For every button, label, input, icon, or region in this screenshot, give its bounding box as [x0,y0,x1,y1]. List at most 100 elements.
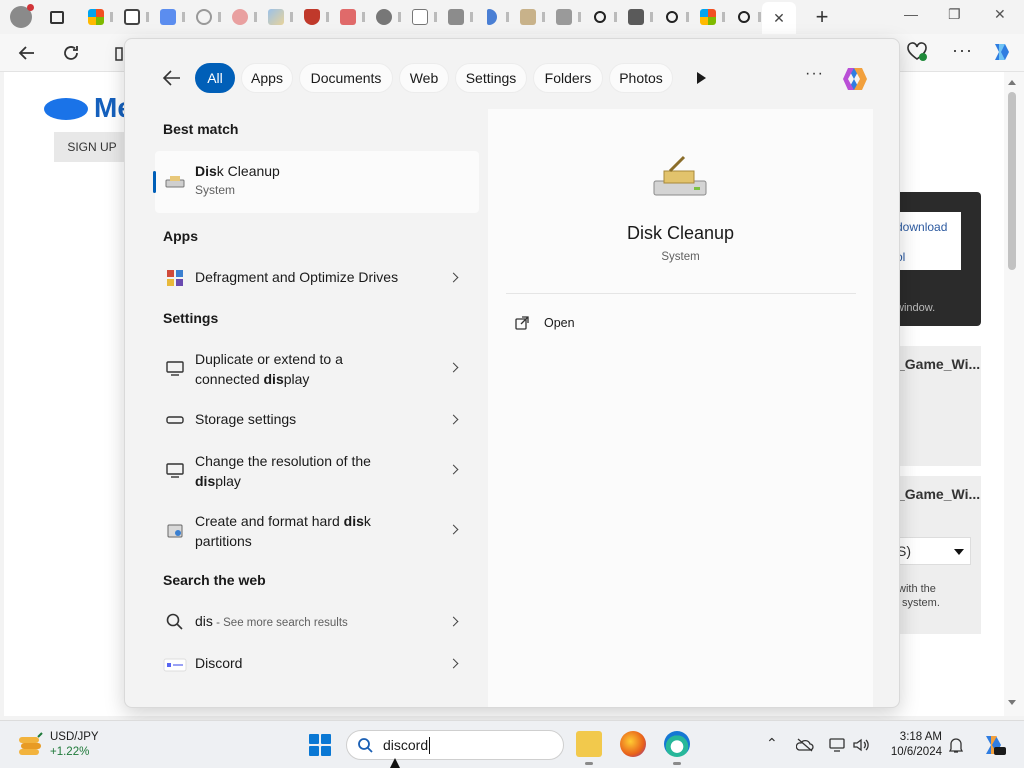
scroll-up-icon[interactable] [1008,80,1016,85]
browser-tab[interactable] [114,4,150,30]
browser-tab[interactable] [618,4,654,30]
browser-tab[interactable] [294,4,330,30]
browser-tab[interactable] [78,4,114,30]
settings-result[interactable]: Duplicate or extend to a connected displ… [155,345,479,391]
copilot-pre-icon[interactable] [980,732,1006,758]
chevron-right-icon [448,414,459,425]
document-icon [160,9,176,25]
close-window-icon[interactable]: ✕ [994,6,1006,23]
onedrive-off-icon[interactable] [796,737,814,753]
new-tab-button[interactable]: + [808,4,836,30]
filter-photos[interactable]: Photos [609,63,673,93]
best-match-result[interactable]: Disk Cleanup System [153,151,479,213]
open-action[interactable]: Open [514,313,714,335]
browser-tab[interactable] [654,4,690,30]
disc-icon [376,9,392,25]
web-search-result[interactable]: dis - See more search results [155,607,479,637]
game-title[interactable]: _Game_Wi... [897,486,980,502]
browser-tab[interactable] [330,4,366,30]
currency-widget[interactable]: USD/JPY +1.22% [50,730,99,760]
settings-result[interactable]: Change the resolution of the display [155,447,479,493]
filter-all[interactable]: All [195,63,235,93]
firefox-icon[interactable] [620,731,646,757]
copilot-logo-icon[interactable] [839,63,871,95]
filter-settings[interactable]: Settings [455,63,527,93]
settings-result-line1: Create and format hard disk [195,511,371,531]
browser-tab[interactable] [690,4,726,30]
search-query[interactable]: discord [383,737,428,753]
search-icon [738,11,750,23]
volume-icon[interactable] [852,736,870,754]
microsoft-icon [700,9,716,25]
edge-icon[interactable] [664,731,690,757]
home-icon[interactable] [114,44,124,62]
download-link[interactable]: download [896,220,947,234]
running-indicator [585,762,593,765]
more-icon[interactable]: ··· [952,40,973,61]
browser-tab[interactable] [402,4,438,30]
windows-start-icon[interactable] [309,734,331,756]
game-title[interactable]: _Game_Wi... [897,356,980,372]
file-explorer-icon[interactable] [576,731,602,757]
filter-web[interactable]: Web [399,63,449,93]
browser-tab[interactable] [222,4,258,30]
filter-folders[interactable]: Folders [533,63,603,93]
notification-bell-icon[interactable] [948,736,964,754]
system-clock[interactable]: 3:18 AM 10/6/2024 [884,730,942,760]
browser-tab[interactable] [186,4,222,30]
defragment-icon [167,270,183,286]
scroll-down-icon[interactable] [1008,700,1016,705]
back-icon[interactable] [18,44,36,62]
more-filters-icon[interactable] [697,72,706,84]
search-icon [666,11,678,23]
text-part: k [363,513,371,529]
copilot-icon[interactable] [990,40,1014,64]
settings-result[interactable]: Storage settings [155,405,479,435]
app-result[interactable]: Defragment and Optimize Drives [155,263,479,293]
filter-apps[interactable]: Apps [241,63,293,93]
profile-avatar-icon[interactable] [10,4,34,28]
tab-actions-icon[interactable] [50,10,64,24]
version-select[interactable]: S) [892,537,971,565]
browser-tab[interactable] [582,4,618,30]
disk-cleanup-large-icon [653,155,707,196]
browser-tab[interactable] [258,4,294,30]
browser-tab[interactable] [726,4,762,30]
scroll-thumb[interactable] [1008,92,1016,270]
extension-icon[interactable] [906,42,928,62]
page-icon [412,9,428,25]
settings-result[interactable]: Create and format hard disk partitions [155,507,479,553]
chevron-right-icon [448,524,459,535]
mouse-pointer [390,758,400,768]
windows-search-panel: All Apps Documents Web Settings Folders … [124,38,900,708]
settings-result-line1: Change the resolution of the [195,453,371,469]
more-options-icon[interactable]: ··· [805,65,824,83]
restore-icon[interactable]: ❐ [948,6,961,23]
shield-icon [304,9,320,25]
match-highlight: dis [195,473,216,489]
apps-heading: Apps [163,228,198,244]
browser-tab[interactable] [438,4,474,30]
active-browser-tab[interactable]: ✕ [762,2,796,34]
chevron-right-icon [448,272,459,283]
close-tab-icon[interactable]: ✕ [769,10,789,27]
search-icon [166,613,183,630]
chevron-right-icon [448,362,459,373]
web-suggestion[interactable]: Discord [155,649,479,679]
currency-widget-icon[interactable] [16,731,44,759]
signup-button[interactable]: SIGN UP [54,132,130,162]
filter-documents[interactable]: Documents [299,63,393,93]
browser-tab[interactable] [546,4,582,30]
refresh-icon[interactable] [62,44,80,62]
network-icon[interactable] [828,736,846,754]
settings-result-line2: connected display [195,369,309,389]
disk-partition-icon [167,524,183,538]
chevron-up-icon[interactable]: ⌃ [766,735,778,752]
browser-tab[interactable] [474,4,510,30]
browser-tab[interactable] [510,4,546,30]
browser-tab[interactable] [150,4,186,30]
taskbar-search-box[interactable]: discord [346,730,564,760]
browser-tab[interactable] [366,4,402,30]
minimize-icon[interactable]: — [904,6,918,22]
back-arrow-icon[interactable] [161,67,183,89]
